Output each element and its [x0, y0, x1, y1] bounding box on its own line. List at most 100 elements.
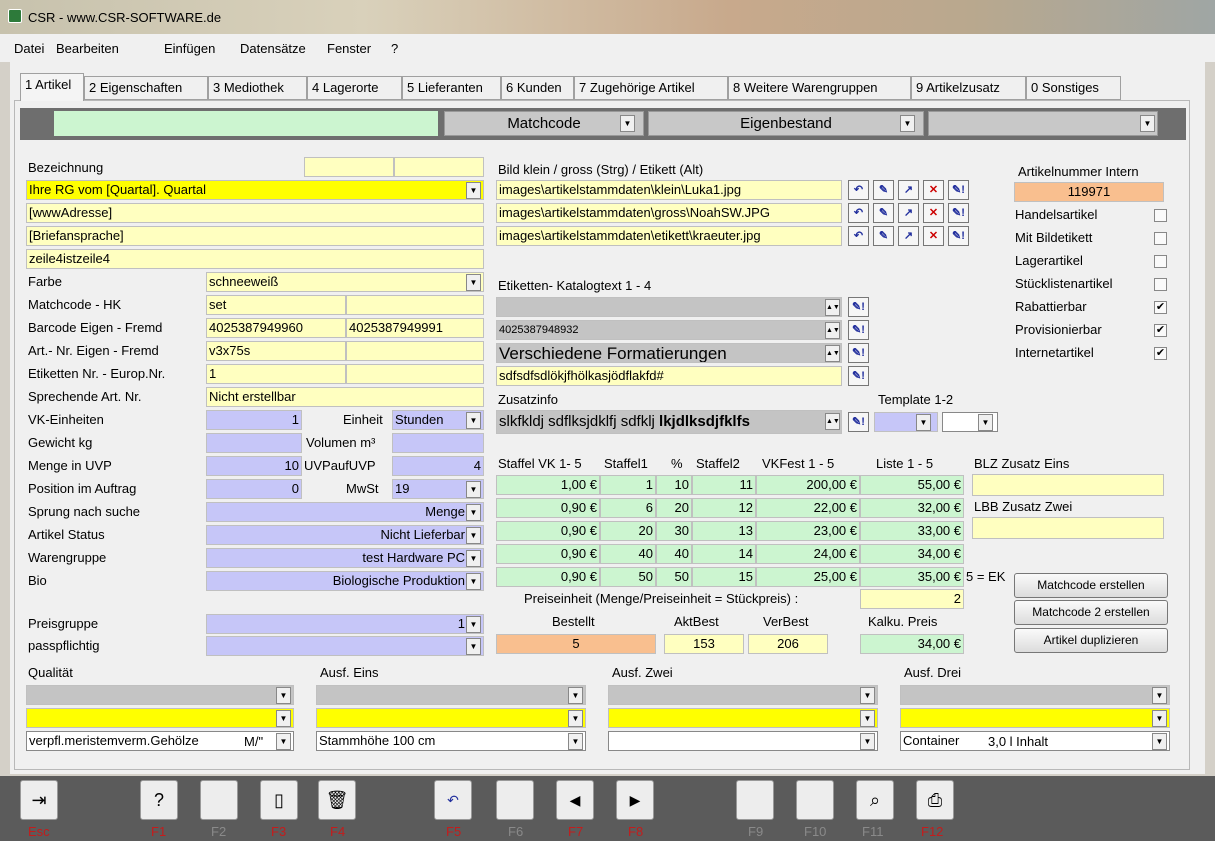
- note-icon[interactable]: ✎!: [848, 366, 869, 386]
- position-input[interactable]: 0: [206, 479, 302, 499]
- note-icon[interactable]: ✎!: [848, 320, 869, 340]
- spin-icon[interactable]: ▲▼: [825, 345, 840, 362]
- chevron-down-icon[interactable]: ▼: [568, 710, 583, 727]
- ausf-zwei-3-select[interactable]: [608, 731, 878, 751]
- staffel2-2[interactable]: 12: [692, 498, 756, 518]
- chevron-down-icon[interactable]: ▼: [1140, 115, 1155, 132]
- staffel1-5[interactable]: 50: [600, 567, 656, 587]
- matchcode-erstellen-button[interactable]: Matchcode erstellen: [1014, 573, 1168, 598]
- next-icon[interactable]: ▶: [616, 780, 654, 820]
- checkbox-provisionierbar[interactable]: ✔: [1154, 324, 1167, 337]
- menge-uvp-input[interactable]: 10: [206, 456, 302, 476]
- volumen-input[interactable]: [392, 433, 484, 453]
- bezeichnung-extra-1[interactable]: [304, 157, 394, 177]
- note-icon[interactable]: ✎!: [848, 343, 869, 363]
- chevron-down-icon[interactable]: ▼: [620, 115, 635, 132]
- pick-icon[interactable]: ↗: [898, 203, 919, 223]
- tab-artikelzusatz[interactable]: 9 Artikelzusatz: [911, 76, 1026, 100]
- zusatzinfo-input[interactable]: slkfkldj sdflksjdklfj sdfklj lkjdlksdjfk…: [496, 410, 842, 434]
- vk-einheiten-input[interactable]: 1: [206, 410, 302, 430]
- gewicht-input[interactable]: [206, 433, 302, 453]
- undo-icon[interactable]: ↶: [848, 180, 869, 200]
- europ-nr-input[interactable]: [346, 364, 484, 384]
- bild-klein-input[interactable]: images\artikelstammdaten\klein\Luka1.jpg: [496, 180, 842, 200]
- checkbox-lagerartikel[interactable]: [1154, 255, 1167, 268]
- menu-einfuegen[interactable]: Einfügen: [164, 41, 215, 56]
- help-icon[interactable]: ?: [140, 780, 178, 820]
- bild-gross-input[interactable]: images\artikelstammdaten\gross\NoahSW.JP…: [496, 203, 842, 223]
- pick-icon[interactable]: ↗: [898, 226, 919, 246]
- staffel-vk-5[interactable]: 0,90 €: [496, 567, 600, 587]
- chevron-down-icon[interactable]: ▼: [568, 733, 583, 750]
- katalogtext-3-input[interactable]: Verschiedene Formatierungen: [496, 343, 842, 363]
- note-icon[interactable]: ✎!: [948, 226, 969, 246]
- barcode-eigen-input[interactable]: 4025387949960: [206, 318, 346, 338]
- menu-fenster[interactable]: Fenster: [327, 41, 371, 56]
- tab-kunden[interactable]: 6 Kunden: [501, 76, 574, 100]
- checkbox-handelsartikel[interactable]: [1154, 209, 1167, 222]
- barcode-fremd-input[interactable]: 4025387949991: [346, 318, 484, 338]
- chevron-down-icon[interactable]: ▼: [466, 527, 481, 544]
- spin-icon[interactable]: ▲▼: [825, 322, 840, 339]
- bezeichnung-4-input[interactable]: zeile4istzeile4: [26, 249, 484, 269]
- undo-icon[interactable]: ↶: [434, 780, 472, 820]
- menu-bearbeiten[interactable]: Bearbeiten: [56, 41, 119, 56]
- print-icon[interactable]: ⎙: [916, 780, 954, 820]
- staffel-vk-3[interactable]: 0,90 €: [496, 521, 600, 541]
- tab-artikel[interactable]: 1 Artikel: [20, 73, 84, 101]
- chevron-down-icon[interactable]: ▼: [466, 638, 481, 655]
- staffel-vk-2[interactable]: 0,90 €: [496, 498, 600, 518]
- chevron-down-icon[interactable]: ▼: [860, 733, 875, 750]
- spin-icon[interactable]: ▲▼: [825, 413, 840, 430]
- tab-lagerorte[interactable]: 4 Lagerorte: [307, 76, 402, 100]
- tab-sonstiges[interactable]: 0 Sonstiges: [1026, 76, 1121, 100]
- checkbox-rabattierbar[interactable]: ✔: [1154, 301, 1167, 314]
- new-document-icon[interactable]: ▯: [260, 780, 298, 820]
- vkfest-3[interactable]: 23,00 €: [756, 521, 860, 541]
- pick-icon[interactable]: ↗: [898, 180, 919, 200]
- chevron-down-icon[interactable]: ▼: [900, 115, 915, 132]
- vkfest-5[interactable]: 25,00 €: [756, 567, 860, 587]
- chevron-down-icon[interactable]: ▼: [466, 573, 481, 590]
- tab-zugehoerige-artikel[interactable]: 7 Zugehörige Artikel: [574, 76, 728, 100]
- sprung-select[interactable]: Menge: [206, 502, 484, 522]
- delete-icon[interactable]: ✕: [923, 203, 944, 223]
- ausf-drei-1-select[interactable]: [900, 685, 1170, 705]
- hk-input[interactable]: [346, 295, 484, 315]
- ausf-eins-3-select[interactable]: Stammhöhe 100 cm: [316, 731, 586, 751]
- artnr-fremd-input[interactable]: [346, 341, 484, 361]
- bestand-select[interactable]: Eigenbestand: [648, 111, 924, 136]
- percent-5[interactable]: 50: [656, 567, 692, 587]
- chevron-down-icon[interactable]: ▼: [1152, 710, 1167, 727]
- katalogtext-2-input[interactable]: 4025387948932: [496, 320, 842, 340]
- liste-2[interactable]: 32,00 €: [860, 498, 964, 518]
- menu-help[interactable]: ?: [391, 41, 398, 56]
- note-icon[interactable]: ✎!: [848, 412, 869, 432]
- bild-etikett-input[interactable]: images\artikelstammdaten\etikett\kraeute…: [496, 226, 842, 246]
- chevron-down-icon[interactable]: ▼: [466, 616, 481, 633]
- katalogtext-1-input[interactable]: [496, 297, 842, 317]
- search-input[interactable]: [54, 111, 438, 136]
- ausf-zwei-1-select[interactable]: [608, 685, 878, 705]
- prev-icon[interactable]: ◀: [556, 780, 594, 820]
- staffel2-4[interactable]: 14: [692, 544, 756, 564]
- menu-datensaetze[interactable]: Datensätze: [240, 41, 306, 56]
- chevron-down-icon[interactable]: ▼: [1152, 687, 1167, 704]
- staffel-vk-1[interactable]: 1,00 €: [496, 475, 600, 495]
- bezeichnung-1-input[interactable]: Ihre RG vom [Quartal]. Quartal: [26, 180, 484, 200]
- qualitaet-1-select[interactable]: [26, 685, 294, 705]
- artikel-duplizieren-button[interactable]: Artikel duplizieren: [1014, 628, 1168, 653]
- checkbox-bildetikett[interactable]: [1154, 232, 1167, 245]
- liste-3[interactable]: 33,00 €: [860, 521, 964, 541]
- lbb-input[interactable]: [972, 517, 1164, 539]
- uvpaufuvp-input[interactable]: 4: [392, 456, 484, 476]
- percent-1[interactable]: 10: [656, 475, 692, 495]
- chevron-down-icon[interactable]: ▼: [466, 504, 481, 521]
- chevron-down-icon[interactable]: ▼: [860, 710, 875, 727]
- liste-5[interactable]: 35,00 €: [860, 567, 964, 587]
- trash-icon[interactable]: 🗑: [318, 780, 356, 820]
- staffel1-4[interactable]: 40: [600, 544, 656, 564]
- chevron-down-icon[interactable]: ▼: [466, 182, 481, 199]
- preisgruppe-select[interactable]: 1: [206, 614, 484, 634]
- chevron-down-icon[interactable]: ▼: [276, 710, 291, 727]
